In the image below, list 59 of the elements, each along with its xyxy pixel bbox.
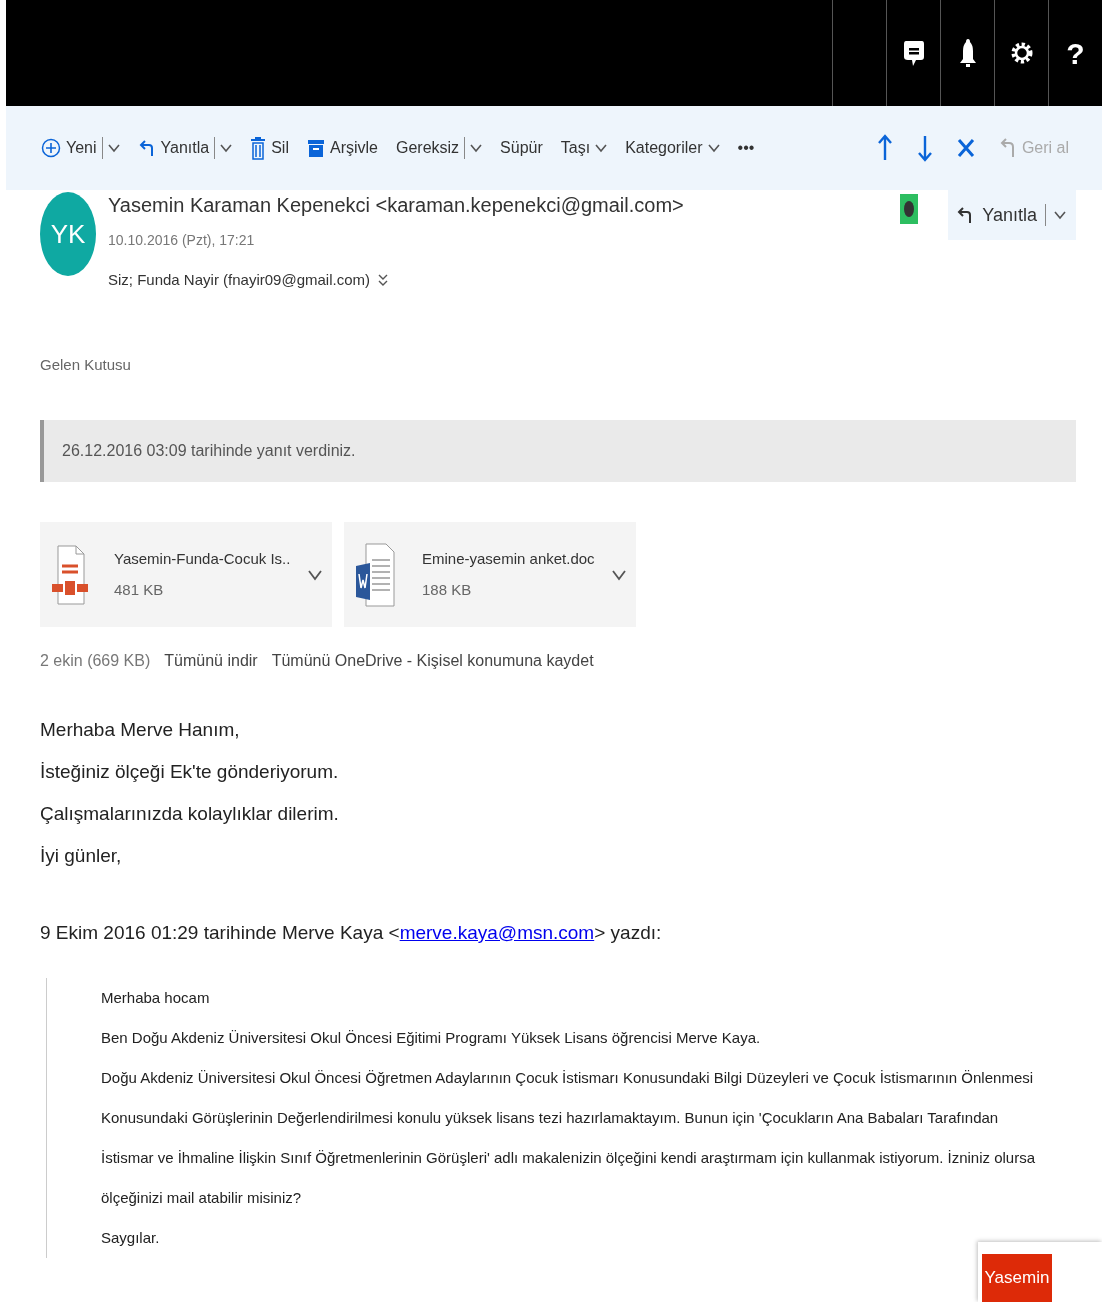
reply-notice: 26.12.2016 03:09 tarihinde yanıt verdiniz. (40, 420, 1076, 482)
toolbar-button[interactable]: Sil (245, 132, 294, 164)
body-text: Merhaba Merve Hanım, (40, 718, 241, 742)
avatar: YK (40, 192, 96, 276)
sender-name: Yasemin Karaman Kepenekci <karaman.kepenekci@gmail.com> (108, 193, 685, 218)
caret-icon (308, 568, 322, 581)
caret-icon (707, 143, 720, 153)
attachment-count: 2 ekin (669 KB) (40, 651, 151, 671)
reply-button[interactable]: Yanıtla (948, 190, 1076, 240)
quoted-text: Merhaba hocam (101, 987, 211, 1008)
caret-icon (220, 143, 233, 153)
quote-header: 9 Ekim 2016 01:29 tarihinde Merve Kaya <merve.kaya@msn.com> yazdı: (40, 921, 663, 945)
attachment-card[interactable]: Yasemin-Funda-Cocuk Is.. 481 KB (40, 522, 332, 627)
file-size: 188 KB (422, 579, 473, 600)
toolbar-button[interactable]: Arşivle (301, 132, 383, 164)
message-date: 10.10.2016 (Pzt), 17:21 (108, 231, 256, 250)
quoted-text: Saygılar. (101, 1227, 161, 1248)
body-text: İyi günler, (40, 844, 123, 868)
download-all-link[interactable]: Tümünü indir (164, 649, 258, 673)
recipients: Siz; Funda Nayir (fnayir09@gmail.com) (108, 270, 370, 290)
quoted-text: Doğu Akdeniz Üniversitesi Okul Öncesi Öğretmen Adaylarının Çocuk İstismarı Konusundaki Bilgi Düzeyleri ve Çocuk İstismarının Önlenmesi Konusundaki Görüşlerinin Değerlendirilmesi konulu yüksek lisans tezi hazırlamaktayım. Bunun için 'Çocukların Ana Babaları Tarafından İstismar ve İhmaline İlişkin Sınıf Öğretmenlerinin Görüşleri' adlı makalenizin ölçeğini kendi araştırmam için kullanmak istiyorum. İzniniz olursa ölçeğinizi mail atabilir misiniz? (101, 1067, 1037, 1208)
undo-icon (998, 137, 1017, 159)
help-icon[interactable]: ? (1066, 30, 1085, 76)
save-all-link[interactable]: Tümünü OneDrive - Kişisel konumuna kaydet (271, 649, 594, 673)
toolbar-button[interactable]: Süpür (495, 132, 548, 164)
attachment-card[interactable]: Emine-yasemin anket.doc 188 KB (344, 522, 636, 627)
email-link[interactable]: merve.kaya@msn.com (399, 922, 595, 943)
close-icon (956, 138, 975, 158)
file-name: Emine-yasemin anket.doc (422, 549, 596, 569)
chat-icon (902, 38, 925, 68)
caret-icon (595, 143, 608, 153)
reply-icon (137, 138, 156, 158)
file-name: Yasemin-Funda-Cocuk Is.. (114, 549, 292, 569)
body-text: İsteğiniz ölçeği Ek'te gönderiyorum. (40, 760, 340, 784)
chat-tab[interactable]: Yasemin (982, 1254, 1052, 1302)
trash-icon (250, 136, 267, 160)
pdf-file-icon (52, 543, 88, 606)
folder-label: Gelen Kutusu (40, 354, 132, 375)
toolbar-button[interactable]: ••• (732, 132, 760, 164)
toolbar-button[interactable]: Yanıtla (132, 132, 238, 164)
caret-icon (1054, 210, 1066, 220)
toolbar-button[interactable]: Kategoriler (620, 132, 725, 164)
body-text: Çalışmalarınızda kolaylıklar dilerim. (40, 802, 340, 826)
bell-icon (957, 37, 978, 69)
caret-icon (612, 568, 626, 581)
toolbar-button[interactable]: Yeni (36, 132, 125, 164)
toolbar-button[interactable]: Gereksiz (391, 132, 488, 164)
down-arrow-icon (916, 134, 933, 162)
note-app-icon (900, 194, 919, 224)
expand-icon (378, 273, 388, 288)
up-arrow-icon (876, 134, 893, 162)
toolbar-button[interactable]: Taşı (555, 132, 613, 164)
word-file-icon (356, 541, 396, 608)
archive-icon (306, 138, 325, 158)
add-icon (41, 138, 61, 158)
file-size: 481 KB (114, 579, 165, 600)
quoted-text: Ben Doğu Akdeniz Üniversitesi Okul Öncesi Eğitimi Programı Yüksek Lisans öğrencisi Merve Kaya. (101, 1027, 762, 1048)
caret-icon (470, 143, 483, 153)
caret-icon (107, 143, 120, 153)
